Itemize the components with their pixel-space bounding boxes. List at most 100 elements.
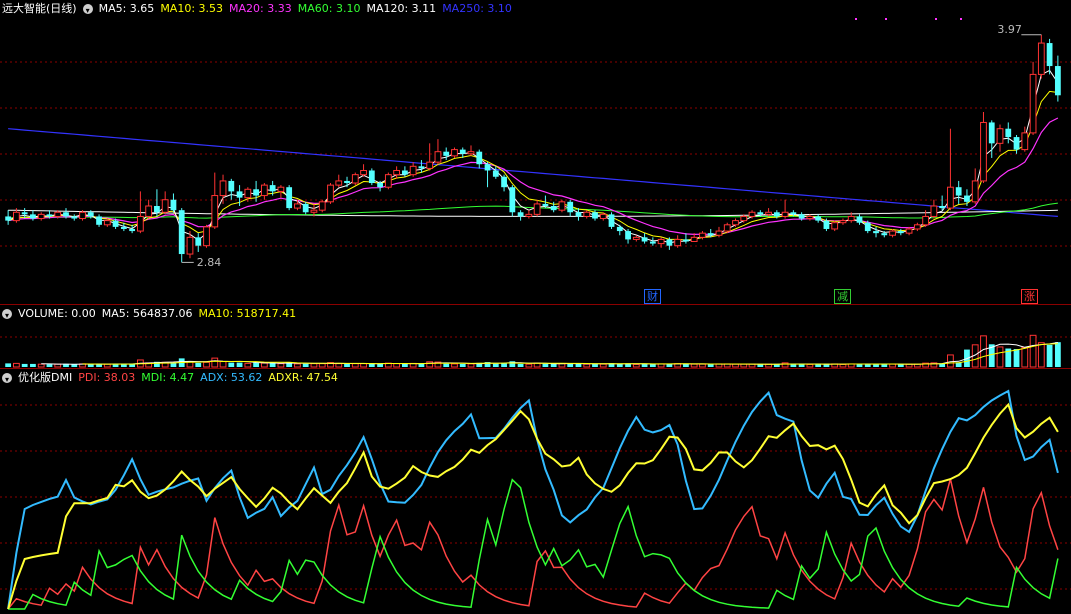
chevron-down-icon[interactable]: ▾ [2,373,12,384]
candle-body [368,170,375,184]
candle [1037,34,1045,79]
volume-bar [459,363,466,367]
volume-bar [740,363,748,368]
candle-body [409,165,417,176]
volume-bar [1054,342,1061,367]
candle-body [103,220,111,226]
event-tag-finance[interactable]: 财 [644,289,661,304]
candle-body [947,186,954,209]
volume-bar [228,362,235,367]
dmi-chart[interactable] [0,369,1071,614]
price-panel[interactable]: 远大智能(日线) ▾ MA5: 3.65 MA10: 3.53 MA20: 3.33… [0,0,1071,304]
candle [368,168,375,186]
volume-bar [757,364,764,367]
volume-bar [1021,346,1029,368]
candle-body [723,224,731,232]
volume-bar [467,363,475,368]
candle-body [533,203,541,215]
volume-bar [732,363,739,368]
volume-bar [599,363,607,368]
candle-body [657,238,665,245]
candle-body [318,201,326,211]
candle-body [46,214,53,217]
candle [533,199,541,217]
candle-body [575,212,582,217]
signal-dot [935,18,937,20]
volume-bar [37,363,45,368]
candle [360,164,367,177]
candle-body [939,206,946,209]
candle [501,174,507,192]
volume-bar [815,364,822,367]
candle-body [459,149,466,154]
dmi-legend-items: PDI: 38.03 MDI: 4.47 ADX: 53.62 ADXR: 47.54 [78,371,338,385]
candle-body [154,206,160,213]
candle-body [773,212,780,217]
volume-bar [5,363,12,367]
candle-body [5,216,12,221]
volume-bar [253,362,259,367]
volume-bar [120,364,127,367]
candle-body [699,232,706,238]
volume-bar [897,364,904,367]
candle-body [567,201,574,213]
candle [980,112,987,184]
candle-body [277,186,285,192]
volume-bar [360,363,367,368]
candle-body [930,205,938,217]
candle-body [443,151,450,156]
volume-bar [1037,342,1045,368]
candle [583,210,591,219]
high-price-label: 3.97 [997,22,1022,36]
volume-bar [277,363,285,368]
candle-body [905,228,913,234]
candle [302,201,309,215]
candle-body [1046,43,1053,67]
candle-body [765,211,772,215]
legend-item: MA20: 3.33 [229,2,292,15]
candle-body [1054,66,1061,96]
chevron-down-icon[interactable]: ▾ [2,309,12,320]
candle-body [269,185,276,192]
candle-body [63,212,69,217]
candle [947,128,954,211]
dmi-panel[interactable]: ▾ 优化版DMI PDI: 38.03 MDI: 4.47 ADX: 53.62 AD… [0,368,1071,613]
volume-panel[interactable]: ▾ VOLUME: 0.00 MA5: 564837.06 MA10: 518717… [0,304,1071,368]
event-tag-reduce[interactable]: 减 [834,289,851,304]
candle-body [666,239,673,246]
candle-body [1005,128,1012,138]
volume-bar [881,364,888,367]
candle [351,172,359,186]
candle [1005,122,1012,144]
candle-body [244,188,252,199]
candle-body [683,239,689,242]
event-tag-rise[interactable]: 涨 [1021,289,1038,304]
candle [393,166,401,179]
price-chart[interactable] [0,0,1071,304]
candle [815,214,822,223]
candle [129,224,136,234]
candle-body [37,213,45,220]
candle-body [625,231,631,240]
candle [509,185,516,217]
candle-body [129,228,136,232]
legend-item: MA60: 3.10 [297,2,361,15]
volume-bar [583,363,591,368]
candle [856,214,863,225]
candle-body [211,195,219,228]
candle [625,228,631,244]
candle-body [360,169,367,176]
adx-line [7,389,1059,610]
volume-bar [87,364,94,367]
candle-body [608,214,615,227]
candle-body [120,226,127,229]
candle-body [732,220,739,226]
volume-bar [30,363,36,367]
candle-body [707,233,714,236]
candle [930,199,938,219]
candle [1046,38,1053,75]
volume-bar [46,364,53,367]
candle [384,172,392,190]
volume-bar [443,363,450,367]
chevron-down-icon[interactable]: ▾ [82,4,93,15]
